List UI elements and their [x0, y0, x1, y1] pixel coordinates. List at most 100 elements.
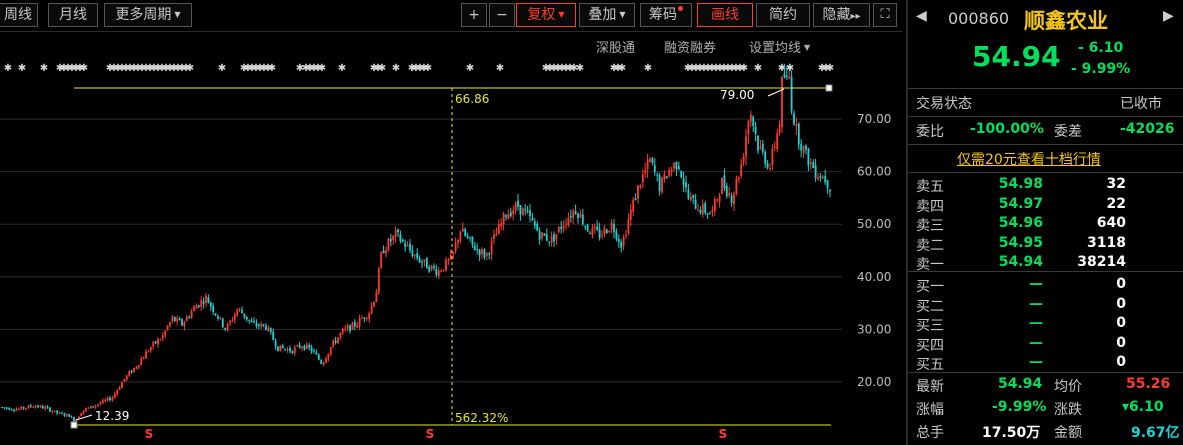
candle-body — [442, 269, 445, 271]
candle-body — [627, 219, 630, 234]
candle-body — [320, 359, 323, 364]
candle-body — [473, 245, 476, 250]
order-volume: 0 — [1116, 334, 1126, 351]
chg-pct-value: -9.99% — [992, 399, 1047, 415]
zoom-in-button[interactable]: + — [461, 3, 487, 27]
candle-body — [377, 268, 380, 293]
y-axis-tick-label: 30.00 — [857, 322, 891, 336]
event-marker-icon[interactable]: ✱ — [268, 63, 276, 74]
level10-promo-link[interactable]: 仅需20元查看十档行情 — [957, 149, 1101, 169]
candle-body — [358, 318, 361, 327]
event-marker-icon[interactable]: ✱ — [754, 63, 762, 74]
candle-body — [257, 324, 260, 326]
order-price: 54.96 — [998, 215, 1043, 232]
next-stock-arrow-icon[interactable]: ▶ — [1163, 8, 1174, 24]
candle-body — [236, 309, 239, 316]
prev-stock-arrow-icon[interactable]: ◀ — [916, 8, 927, 24]
candle-body — [94, 405, 97, 407]
event-marker-icon[interactable]: ✱ — [40, 63, 48, 74]
candle-body — [322, 362, 325, 365]
ma-settings-dropdown[interactable]: 设置均线 ▼ — [749, 37, 810, 56]
sell-signal-marker[interactable]: S — [426, 427, 435, 441]
candle-body — [214, 313, 217, 315]
event-marker-icon[interactable]: ✱ — [378, 63, 386, 74]
zoom-out-button[interactable]: − — [489, 3, 515, 27]
event-marker-icon[interactable]: ✱ — [318, 63, 326, 74]
draw-line-button[interactable]: 画线 — [697, 3, 753, 27]
candle-body — [483, 249, 486, 258]
hide-button[interactable]: 隐藏▸▸ — [813, 3, 870, 27]
kline-chart[interactable]: ✱ ✱ ✱ ✱✱✱✱✱✱✱ ✱✱✱✱✱✱✱✱✱✱✱✱✱✱✱✱✱✱✱✱✱ ✱ ✱✱✱✱✱✱✱✱… — [0, 56, 902, 445]
candle-body — [125, 375, 128, 380]
candle-body — [337, 337, 339, 344]
candle-body — [673, 163, 675, 169]
event-marker-icon[interactable]: ✱ — [576, 63, 584, 74]
stock-code: 000860 — [948, 9, 1010, 28]
order-price: 54.98 — [998, 176, 1043, 192]
event-marker-icon[interactable]: ✱ — [18, 63, 26, 74]
order-level-label: 卖五 — [916, 179, 944, 195]
candle-body — [250, 320, 253, 323]
period-weekly-button[interactable]: 周线 — [0, 3, 38, 27]
candle-body — [752, 116, 755, 126]
event-marker-icon[interactable]: ✱ — [466, 63, 474, 74]
candle-body — [464, 228, 467, 236]
candle-body — [812, 162, 815, 168]
candle-body — [579, 213, 582, 218]
overlay-dropdown[interactable]: 叠加 ▼ — [579, 3, 635, 27]
candle-body — [646, 159, 649, 170]
candle-body — [622, 237, 625, 246]
candle-body — [329, 347, 332, 355]
event-marker-icon[interactable]: ✱ — [740, 63, 748, 74]
expand-icon[interactable]: ⛶ — [873, 3, 897, 27]
simple-mode-button[interactable]: 简约 — [756, 3, 810, 27]
sell-signal-marker[interactable]: S — [719, 427, 728, 441]
candle-body — [37, 405, 39, 408]
margin-trading-link[interactable]: 融资融券 — [664, 37, 716, 56]
latest-value: 54.94 — [998, 376, 1043, 392]
candle-body — [603, 227, 606, 235]
event-marker-icon[interactable]: ✱ — [338, 63, 346, 74]
event-marker-icon[interactable]: ✱ — [218, 63, 226, 74]
order-level-label: 卖二 — [916, 237, 944, 254]
period-monthly-button[interactable]: 月线 — [48, 3, 98, 27]
candle-body — [346, 326, 349, 329]
candle-body — [524, 209, 527, 211]
candle-body — [382, 250, 385, 254]
high-price-label: 79.00 — [720, 88, 754, 102]
event-marker-icon[interactable]: ✱ — [826, 63, 834, 74]
candle-body — [130, 370, 133, 373]
sh-hk-connect-link[interactable]: 深股通 — [596, 37, 635, 56]
candle-body — [104, 400, 107, 402]
more-periods-dropdown[interactable]: 更多周期 ▼ — [104, 3, 192, 27]
candle-body — [289, 348, 291, 352]
candle-body — [185, 316, 188, 322]
range-handle-left[interactable] — [70, 421, 78, 429]
candle-body — [209, 302, 212, 307]
candle-body — [351, 322, 354, 330]
candle-body — [449, 254, 452, 260]
candle-body — [44, 407, 47, 409]
candle-body — [461, 228, 464, 232]
event-marker-icon[interactable]: ✱ — [644, 63, 652, 74]
restore-rights-dropdown[interactable]: 复权 ▼ — [516, 3, 576, 27]
range-handle-right[interactable] — [825, 84, 833, 92]
chips-button[interactable]: 筹码 — [640, 3, 692, 27]
sell-signal-marker[interactable]: S — [145, 427, 154, 441]
event-marker-icon[interactable]: ✱ — [424, 63, 432, 74]
candle-body — [193, 307, 195, 312]
event-marker-icon[interactable]: ✱ — [186, 63, 194, 74]
candle-body — [543, 233, 546, 236]
candle-body — [737, 177, 740, 180]
event-marker-icon[interactable]: ✱ — [618, 63, 626, 74]
event-marker-icon[interactable]: ✱ — [4, 63, 12, 74]
candle-body — [790, 76, 793, 112]
candle-body — [341, 328, 344, 333]
candle-body — [22, 406, 25, 409]
event-marker-icon[interactable]: ✱ — [392, 63, 400, 74]
double-arrow-right-icon: ▸▸ — [850, 11, 861, 22]
event-marker-icon[interactable]: ✱ — [496, 63, 504, 74]
event-marker-icon[interactable]: ✱ — [80, 63, 88, 74]
candle-body — [773, 146, 776, 148]
trade-status-label: 交易状态 — [916, 96, 972, 112]
